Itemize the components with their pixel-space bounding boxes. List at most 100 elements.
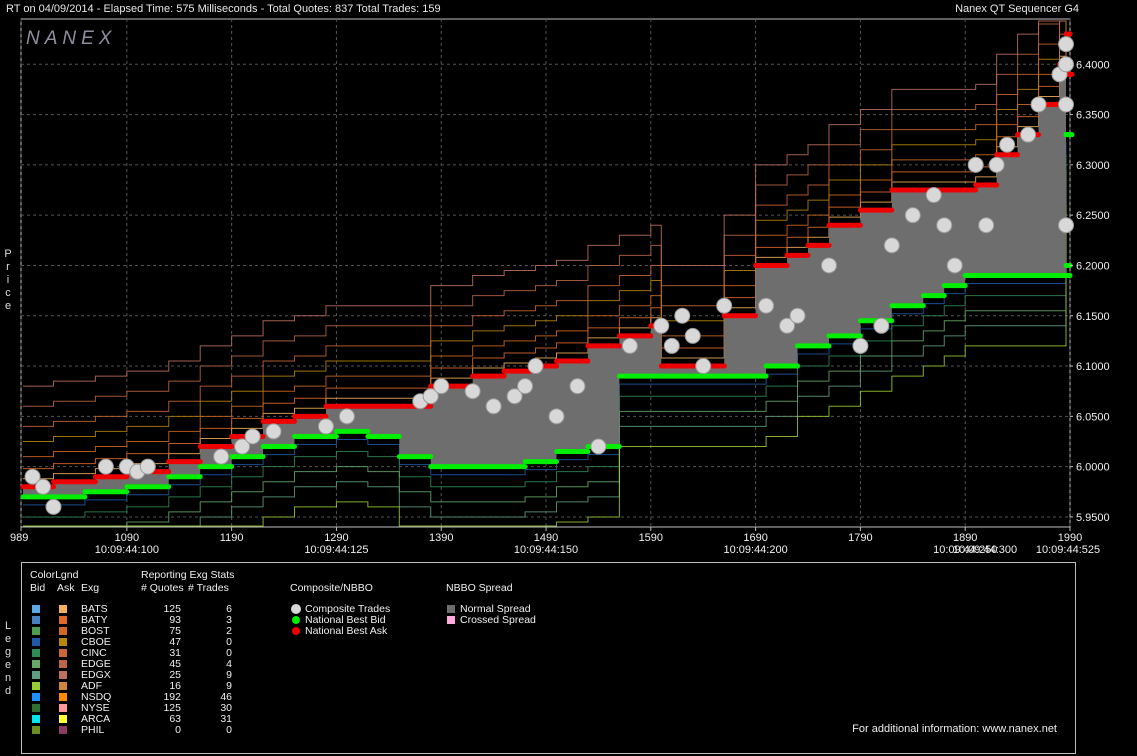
bid-color-swatch — [32, 715, 40, 723]
y-tick-label: 6.0500 — [1076, 411, 1110, 423]
x-time-label: 10:09:44:525 — [1036, 544, 1100, 556]
composite-trade-point — [925, 187, 942, 204]
composite-trade-point — [999, 136, 1016, 153]
composite-trade-point — [1020, 126, 1037, 143]
composite-trade-point — [883, 237, 900, 254]
composite-trade-point — [1058, 217, 1074, 234]
composite-trade-point — [663, 337, 680, 354]
ask-color-swatch — [59, 693, 67, 701]
composite-trade-point — [684, 327, 701, 344]
composite-trade-point — [517, 378, 534, 395]
ask-color-swatch — [59, 726, 67, 734]
nanex-logo: NANEX — [26, 28, 116, 49]
composite-trade-point — [433, 378, 450, 395]
exchange-quote-count: 0 — [175, 724, 181, 736]
x-time-label: 10:09:44:300 — [953, 544, 1017, 556]
best-bid-icon — [292, 616, 300, 624]
bid-color-swatch — [32, 693, 40, 701]
legend-reporting-header: Reporting Exg Stats — [141, 569, 235, 581]
ask-color-swatch — [59, 627, 67, 635]
composite-trade-point — [904, 207, 921, 224]
bid-color-swatch — [32, 627, 40, 635]
composite-trade-point — [789, 307, 806, 324]
info-link[interactable]: For additional information: www.nanex.ne… — [852, 723, 1057, 735]
y-tick-label: 6.2000 — [1076, 260, 1110, 272]
ask-color-swatch — [59, 682, 67, 690]
legend-bid-header: Bid — [30, 582, 46, 594]
spread-color-swatch — [447, 605, 455, 613]
y-tick-label: 6.2500 — [1076, 210, 1110, 222]
composite-trade-point — [35, 478, 52, 495]
bid-color-swatch — [32, 682, 40, 690]
x-tick-label: 1990 — [1058, 532, 1082, 544]
composite-trade-point — [338, 408, 355, 425]
ask-color-swatch — [59, 704, 67, 712]
composite-trade-point — [1030, 96, 1047, 113]
exchange-name: PHIL — [81, 724, 105, 736]
x-time-label: 10:09:44:125 — [304, 544, 368, 556]
legend-panel: ColorLgnd Bid Ask Exg Reporting Exg Stat… — [21, 562, 1076, 754]
exchange-trade-count: 0 — [226, 724, 232, 736]
legend-colorlgnd-header: ColorLgnd — [30, 569, 79, 581]
composite-trade-point — [873, 317, 890, 334]
legend-composite-header: Composite/NBBO — [290, 582, 373, 594]
x-tick-label: 1790 — [848, 532, 872, 544]
y-tick-label: 6.4000 — [1076, 59, 1110, 71]
composite-trade-point — [946, 257, 963, 274]
ask-color-swatch — [59, 660, 67, 668]
composite-trade-point — [988, 156, 1005, 173]
composite-trade-point — [548, 408, 565, 425]
composite-trade-point — [1058, 36, 1074, 53]
bid-color-swatch — [32, 649, 40, 657]
x-axis: 989 1090 1190 1290 1390 1490 1590 1690 1790 1890 1… — [10, 527, 1100, 556]
y-tick-label: 6.1500 — [1076, 311, 1110, 323]
y-tick-label: 6.3000 — [1076, 160, 1110, 172]
ask-color-swatch — [59, 715, 67, 723]
composite-trade-point — [978, 217, 995, 234]
ask-color-swatch — [59, 616, 67, 624]
x-tick-label: 1190 — [220, 532, 244, 544]
composite-trade-point — [213, 448, 230, 465]
x-tick-label: 1490 — [534, 532, 558, 544]
composite-trade-point — [317, 418, 334, 435]
ask-color-swatch — [59, 649, 67, 657]
y-axis: 6.4000 6.3500 6.3000 6.2500 6.2000 6.1500 6.10… — [1070, 59, 1110, 524]
composite-trade-point — [485, 398, 502, 415]
bid-color-swatch — [32, 638, 40, 646]
x-tick-label: 1390 — [429, 532, 453, 544]
y-tick-label: 6.0000 — [1076, 462, 1110, 474]
composite-trade-point — [852, 337, 869, 354]
composite-trade-point — [139, 458, 156, 475]
composite-trade-point — [695, 358, 712, 375]
y-tick-label: 6.3500 — [1076, 110, 1110, 122]
quote-sequencer-chart: 6.4000 6.3500 6.3000 6.2500 6.2000 6.1500 6.10… — [10, 18, 1110, 556]
x-time-label: 10:09:44:100 — [95, 544, 159, 556]
x-tick-label: 1290 — [324, 532, 348, 544]
composite-trade-point — [590, 438, 607, 455]
ask-color-swatch — [59, 605, 67, 613]
composite-trade-point — [569, 378, 586, 395]
bid-color-swatch — [32, 704, 40, 712]
legend-ask-header: Ask — [57, 582, 75, 594]
composite-trade-point — [674, 307, 691, 324]
x-tick-label: 1090 — [115, 532, 139, 544]
composite-trade-point — [527, 358, 544, 375]
spread-legend-label: Crossed Spread — [460, 614, 536, 626]
composite-trade-point — [936, 217, 953, 234]
composite-trade-point — [45, 498, 62, 515]
composite-trade-point — [464, 383, 481, 400]
composite-trades-icon — [291, 604, 301, 614]
best-ask-icon — [292, 627, 300, 635]
composite-trade-point — [758, 297, 775, 314]
legend-exg-header: Exg — [81, 582, 100, 594]
composite-trade-point — [716, 297, 733, 314]
legend-spread-header: NBBO Spread — [446, 582, 513, 594]
spread-color-swatch — [447, 616, 455, 624]
bid-color-swatch — [32, 616, 40, 624]
legend-quotes-header: # Quotes — [141, 582, 184, 594]
composite-trade-point — [653, 317, 670, 334]
x-time-label: 10:09:44:200 — [723, 544, 787, 556]
bid-color-swatch — [32, 671, 40, 679]
composite-legend-label: National Best Ask — [305, 625, 388, 637]
composite-trade-point — [1058, 96, 1074, 113]
